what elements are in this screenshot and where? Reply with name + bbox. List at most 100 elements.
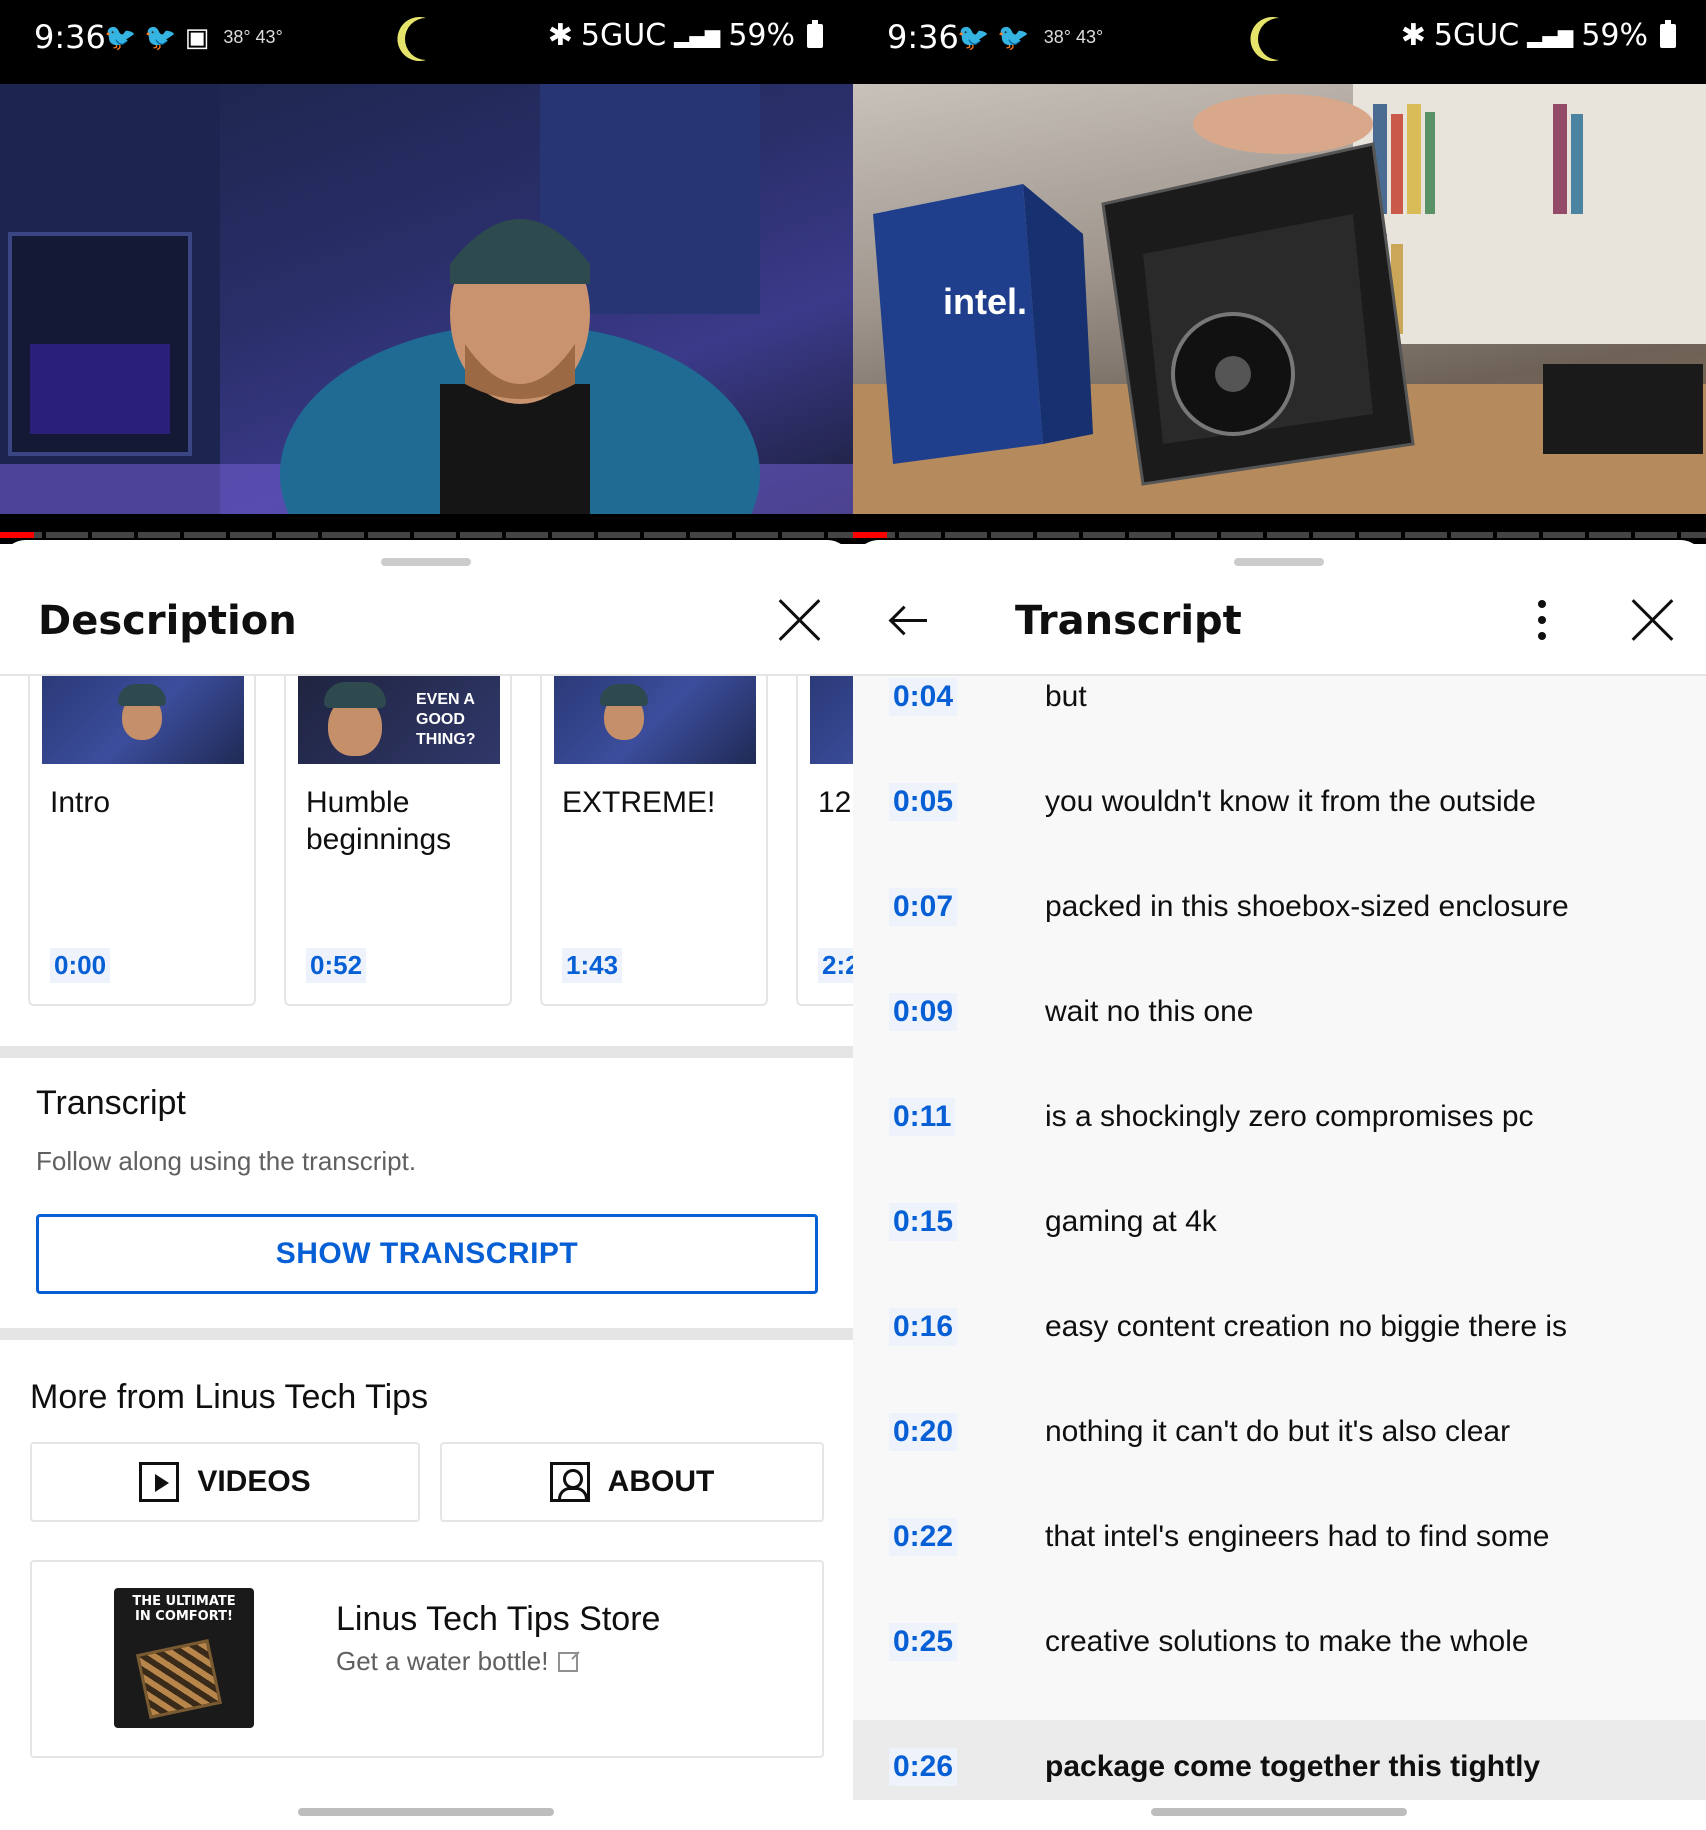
sheet-title: Description: [38, 598, 297, 644]
close-icon[interactable]: [1629, 596, 1677, 644]
status-time: 9:36: [34, 18, 106, 56]
description-sheet: Description Intro 0:00 EVEN A GOOD THING…: [0, 540, 853, 1830]
transcript-section-title: Transcript: [36, 1084, 186, 1122]
transcript-row[interactable]: 0:20 nothing it can't do but it's also cl…: [853, 1405, 1706, 1510]
moon-icon: [1250, 17, 1279, 61]
videos-button[interactable]: VIDEOS: [30, 1442, 420, 1522]
gallery-icon: ▣: [184, 22, 210, 52]
weather-temps: 38° 43°: [223, 27, 283, 47]
transcript-timestamp[interactable]: 0:20: [889, 1413, 958, 1451]
battery-icon: [1660, 19, 1676, 48]
twitter-icon: 🐦: [957, 22, 990, 52]
transcript-row[interactable]: 0:26 package come together this tightly: [853, 1720, 1706, 1800]
transcript-pane: 9:36 🐦 🐦 38° 43° ✱ 5GUC ▂▄▆ 59% intel. T…: [853, 0, 1706, 1830]
twitter-icon: 🐦: [104, 22, 137, 52]
transcript-text: package come together this tightly: [1045, 1750, 1541, 1783]
motherboard-graphic: [135, 1639, 223, 1719]
description-pane: 9:36 🐦 🐦 ▣ 38° 43° ✱ 5GUC ▂▄▆ 59% Descri…: [0, 0, 853, 1830]
transcript-row[interactable]: 0:05 you wouldn't know it from the outsid…: [853, 775, 1706, 880]
transcript-row[interactable]: 0:22 that intel's engineers had to find s…: [853, 1510, 1706, 1615]
transcript-text: gaming at 4k: [1045, 1205, 1217, 1238]
transcript-text: that intel's engineers had to find some: [1045, 1520, 1550, 1553]
drag-handle[interactable]: [381, 558, 471, 566]
home-indicator[interactable]: [298, 1808, 554, 1816]
video-progress-bar[interactable]: [853, 532, 1706, 538]
transcript-text: nothing it can't do but it's also clear: [1045, 1415, 1511, 1448]
chapter-thumbnail: [810, 676, 853, 764]
transcript-row[interactable]: 0:07 packed in this shoebox-sized enclosu…: [853, 880, 1706, 985]
show-transcript-button[interactable]: SHOW TRANSCRIPT: [36, 1214, 818, 1294]
signal-icon: ▂▄▆: [674, 23, 721, 48]
transcript-timestamp[interactable]: 0:11: [889, 1098, 956, 1136]
status-time: 9:36: [887, 18, 959, 56]
person-icon: [549, 1462, 590, 1502]
transcript-row[interactable]: 0:11 is a shockingly zero compromises pc: [853, 1090, 1706, 1195]
transcript-text: easy content creation no biggie there is: [1045, 1310, 1567, 1343]
home-indicator[interactable]: [1151, 1808, 1407, 1816]
transcript-row[interactable]: 0:16 easy content creation no biggie ther…: [853, 1300, 1706, 1405]
transcript-timestamp[interactable]: 0:15: [889, 1203, 958, 1241]
twitter-icon: 🐦: [144, 22, 177, 52]
more-options-icon[interactable]: [1536, 600, 1548, 640]
video-frame-pc: intel.: [853, 84, 1706, 514]
status-bar: 9:36 🐦 🐦 38° 43° ✱ 5GUC ▂▄▆ 59%: [853, 0, 1706, 84]
chapter-markers: [0, 532, 853, 538]
store-product-image: THE ULTIMATE IN COMFORT!: [114, 1588, 254, 1728]
status-bar: 9:36 🐦 🐦 ▣ 38° 43° ✱ 5GUC ▂▄▆ 59%: [0, 0, 853, 84]
transcript-row[interactable]: 0:25 creative solutions to make the whole: [853, 1615, 1706, 1720]
battery-percent: 59%: [728, 18, 795, 53]
battery-icon: [807, 19, 823, 48]
transcript-timestamp[interactable]: 0:09: [889, 993, 958, 1031]
chapter-card[interactable]: EXTREME! 1:43: [540, 676, 768, 1006]
chapter-card[interactable]: 12 2:2: [796, 676, 853, 1006]
close-icon[interactable]: [776, 596, 824, 644]
store-subtitle-text: Get a water bottle!: [336, 1646, 549, 1676]
about-label: ABOUT: [607, 1465, 715, 1498]
transcript-timestamp[interactable]: 0:25: [889, 1623, 958, 1661]
video-player[interactable]: intel.: [853, 84, 1706, 514]
chapter-title: EXTREME!: [562, 786, 716, 819]
chapter-timestamp[interactable]: 0:00: [50, 948, 111, 983]
about-button[interactable]: ABOUT: [440, 1442, 824, 1522]
transcript-row[interactable]: 0:15 gaming at 4k: [853, 1195, 1706, 1300]
thumbnail-caption: EVEN A GOOD THING?: [416, 691, 476, 748]
transcript-section-subtitle: Follow along using the transcript.: [36, 1146, 417, 1176]
chapters-carousel[interactable]: Intro 0:00 EVEN A GOOD THING? Humble beg…: [0, 676, 853, 1006]
video-player[interactable]: [0, 84, 853, 514]
transcript-timestamp[interactable]: 0:05: [889, 783, 958, 821]
weather-temps: 38° 43°: [1043, 27, 1104, 47]
play-icon: [139, 1462, 180, 1502]
transcript-text: wait no this one: [1045, 995, 1254, 1028]
chapter-timestamp[interactable]: 1:43: [562, 948, 623, 983]
intel-logo: intel.: [943, 281, 1027, 322]
back-arrow-icon[interactable]: [887, 602, 927, 638]
section-divider: [0, 1046, 853, 1058]
chapter-timestamp[interactable]: 2:2: [818, 948, 853, 983]
transcript-timestamp[interactable]: 0:22: [889, 1518, 958, 1556]
chapter-card[interactable]: Intro 0:00: [28, 676, 256, 1006]
chapter-title: Humble beginnings: [306, 786, 452, 856]
transcript-timestamp[interactable]: 0:16: [889, 1308, 958, 1346]
sheet-title: Transcript: [1015, 598, 1242, 644]
status-right: ✱ 5GUC ▂▄▆ 59%: [548, 18, 823, 53]
transcript-timestamp[interactable]: 0:26: [889, 1748, 958, 1786]
notification-icons: 🐦 🐦 38° 43°: [957, 22, 1103, 53]
notification-icons: 🐦 🐦 ▣ 38° 43°: [104, 22, 283, 53]
network-type: 5GUC: [580, 18, 667, 53]
video-progress-bar[interactable]: [0, 532, 853, 538]
section-divider: [0, 1328, 853, 1340]
transcript-timestamp[interactable]: 0:07: [889, 888, 958, 926]
battery-percent: 59%: [1581, 18, 1648, 53]
transcript-row[interactable]: 0:09 wait no this one: [853, 985, 1706, 1090]
chapter-timestamp[interactable]: 0:52: [306, 948, 367, 983]
store-card[interactable]: THE ULTIMATE IN COMFORT! Linus Tech Tips…: [30, 1560, 824, 1758]
transcript-list[interactable]: 0:04 but 0:05 you wouldn't know it from the…: [853, 676, 1706, 1800]
transcript-timestamp[interactable]: 0:04: [889, 678, 958, 716]
store-title: Linus Tech Tips Store: [336, 1600, 661, 1638]
transcript-row[interactable]: 0:04 but: [853, 676, 1706, 775]
drag-handle[interactable]: [1234, 558, 1324, 566]
transcript-text: is a shockingly zero compromises pc: [1045, 1100, 1534, 1133]
chapter-card[interactable]: EVEN A GOOD THING? Humble beginnings 0:5…: [284, 676, 512, 1006]
transcript-text: creative solutions to make the whole: [1045, 1625, 1529, 1658]
transcript-sheet: Transcript 0:04 but 0:05 you wouldn't know …: [853, 540, 1706, 1830]
